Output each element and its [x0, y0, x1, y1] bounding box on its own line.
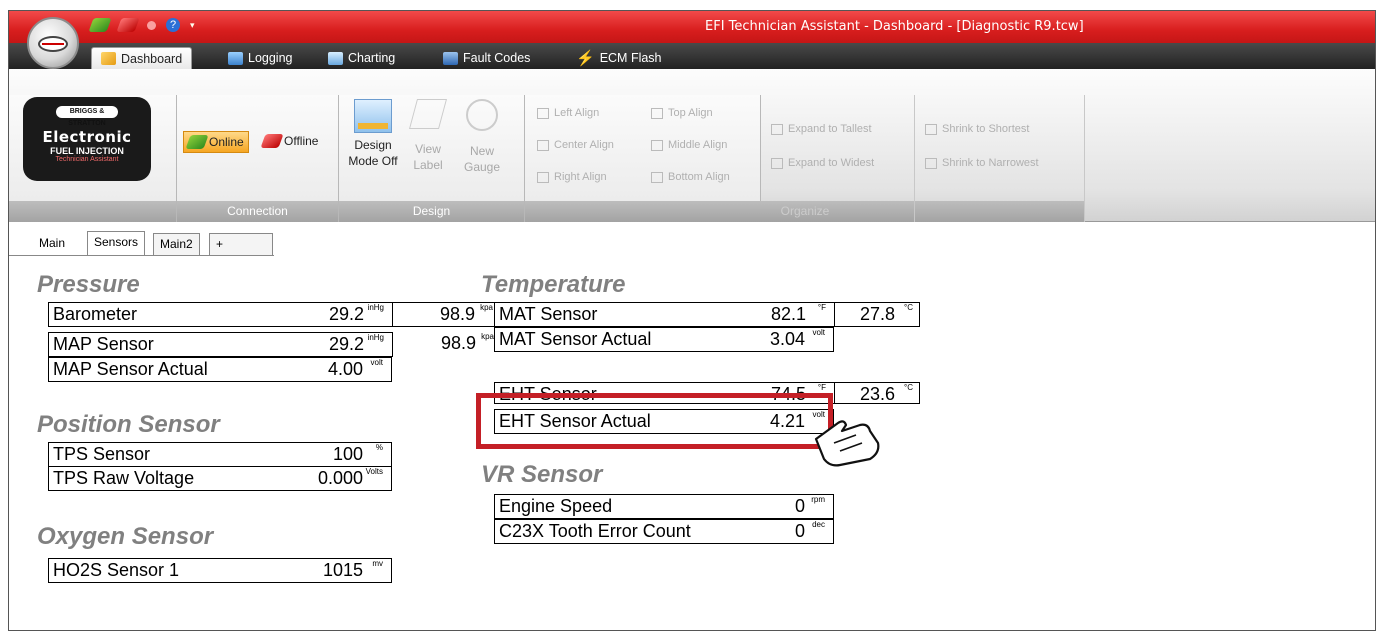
mat-sensor-actual-row: MAT Sensor Actual 3.04 volt	[494, 327, 834, 352]
bottom-align-icon	[651, 171, 663, 183]
view-label-icon	[408, 99, 448, 129]
engine-speed-row: Engine Speed 0 rpm	[494, 494, 834, 519]
design-mode-button[interactable]: Design Mode Off	[347, 99, 399, 169]
organize-group-label: Organize	[780, 204, 830, 218]
center-align-button[interactable]: Center Align	[537, 139, 614, 151]
tab-dashboard[interactable]: Dashboard	[91, 47, 193, 69]
window-title: EFI Technician Assistant - Dashboard - […	[705, 19, 1084, 34]
workspace-tabs: Main Sensors Main2 +	[9, 231, 1375, 255]
view-label-button[interactable]: View Label	[405, 99, 451, 173]
temperature-section-title: Temperature	[481, 271, 626, 298]
tab-main[interactable]: Main	[33, 233, 71, 255]
right-align-button[interactable]: Right Align	[537, 171, 607, 183]
ribbon-tabs: Dashboard Logging Charting Fault Codes ⚡…	[9, 43, 1375, 69]
top-align-button[interactable]: Top Align	[651, 107, 713, 119]
offline-plug-icon	[260, 134, 284, 148]
record-quick-icon[interactable]	[147, 20, 156, 30]
tps-raw-voltage-row: TPS Raw Voltage 0.000 Volts	[48, 466, 392, 491]
shrink-group: Shrink to Shortest Shrink to Narrowest O…	[781, 95, 1085, 222]
vr-section-title: VR Sensor	[481, 461, 603, 488]
bottom-align-button[interactable]: Bottom Align	[651, 171, 730, 183]
tab-add[interactable]: +	[209, 233, 273, 255]
help-icon[interactable]: ?	[166, 18, 180, 32]
shrink-tallest-button[interactable]: Shrink to Shortest	[925, 123, 1029, 135]
map-sensor-actual-row: MAP Sensor Actual 4.00 volt	[48, 357, 392, 382]
middle-align-button[interactable]: Middle Align	[651, 139, 727, 151]
charting-icon	[328, 51, 343, 65]
tab-ecm-flash[interactable]: ⚡ ECM Flash	[567, 47, 671, 69]
oxygen-section-title: Oxygen Sensor	[37, 523, 214, 550]
pressure-section-title: Pressure	[37, 271, 140, 298]
middle-align-icon	[651, 139, 663, 151]
highlight-box	[476, 393, 833, 449]
logging-icon	[228, 51, 243, 65]
brand-group: BRIGGS & STRATTON Electronic FUEL INJECT…	[9, 95, 177, 222]
briggs-logo-icon	[38, 36, 68, 52]
left-align-button[interactable]: Left Align	[537, 107, 599, 119]
pointing-hand-icon	[814, 420, 880, 467]
offline-button[interactable]: Offline	[260, 133, 318, 149]
mat-sensor-row: MAT Sensor 82.1 °F 27.8 °C	[494, 302, 920, 327]
new-gauge-button[interactable]: New Gauge	[457, 99, 507, 175]
connection-group-label: Connection	[177, 201, 338, 222]
c23x-tooth-error-row: C23X Tooth Error Count 0 dec	[494, 519, 834, 544]
center-align-icon	[537, 139, 549, 151]
design-group: Design Mode Off View Label New Gauge Design	[339, 95, 525, 222]
ho2s-sensor-row: HO2S Sensor 1 1015 mv	[48, 558, 392, 583]
design-group-label: Design	[339, 201, 524, 222]
expand-tallest-icon	[771, 123, 783, 135]
shrink-widest-button[interactable]: Shrink to Narrowest	[925, 157, 1039, 169]
shrink-widest-icon	[925, 157, 937, 169]
expand-widest-button[interactable]: Expand to Widest	[771, 157, 874, 169]
customize-toolbar-icon[interactable]: ▾	[190, 20, 195, 31]
design-pencil-icon	[354, 99, 392, 133]
expand-widest-icon	[771, 157, 783, 169]
left-align-icon	[537, 107, 549, 119]
ribbon: BRIGGS & STRATTON Electronic FUEL INJECT…	[9, 69, 1375, 222]
online-quick-icon[interactable]	[88, 18, 112, 32]
expand-tallest-button[interactable]: Expand to Tallest	[771, 123, 872, 135]
efi-brand-logo: BRIGGS & STRATTON Electronic FUEL INJECT…	[23, 97, 151, 181]
offline-quick-icon[interactable]	[116, 18, 140, 32]
application-menu-button[interactable]	[27, 17, 79, 69]
connection-group: Online Offline Connection	[177, 95, 339, 222]
tab-sensors[interactable]: Sensors	[87, 231, 146, 255]
top-align-icon	[651, 107, 663, 119]
position-section-title: Position Sensor	[37, 411, 220, 438]
barometer-row: Barometer 29.2 inHg 98.9 kpa	[48, 302, 500, 327]
dashboard-icon	[101, 52, 116, 65]
lightning-icon: ⚡	[576, 50, 595, 67]
gauge-icon	[466, 99, 498, 131]
tps-sensor-row: TPS Sensor 100%	[48, 442, 392, 467]
tab-main2[interactable]: Main2	[153, 233, 200, 255]
tab-fault-codes[interactable]: Fault Codes	[434, 47, 539, 69]
title-bar: ? ▾ EFI Technician Assistant - Dashboard…	[9, 11, 1375, 43]
online-plug-icon	[185, 135, 209, 149]
fault-codes-icon	[443, 51, 458, 65]
tab-logging[interactable]: Logging	[219, 47, 302, 69]
right-align-icon	[537, 171, 549, 183]
shrink-tallest-icon	[925, 123, 937, 135]
online-button[interactable]: Online	[183, 131, 249, 153]
tab-charting[interactable]: Charting	[319, 47, 404, 69]
map-sensor-row: MAP Sensor 29.2 inHg 98.9 kpa	[48, 332, 500, 357]
quick-access-toolbar: ? ▾	[88, 18, 195, 32]
